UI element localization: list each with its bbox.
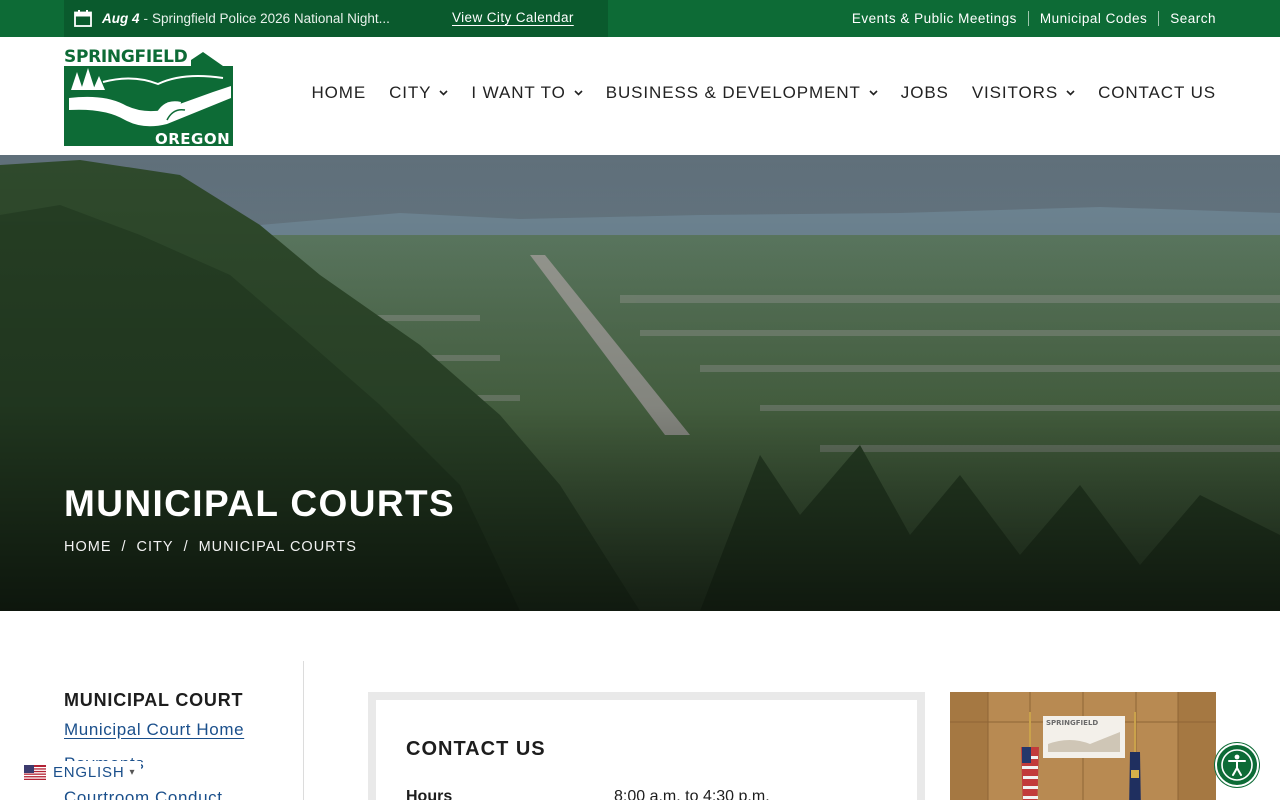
event-separator: -: [143, 11, 149, 26]
nav-city-label: CITY: [389, 83, 432, 102]
contact-card: CONTACT US Hours 8:00 a.m. to 4:30 p.m.: [368, 692, 925, 800]
event-date: Aug 4: [102, 11, 140, 26]
nav-home[interactable]: HOME: [311, 83, 366, 103]
nav-i-want-to-label: I WANT TO: [471, 83, 566, 102]
municipal-codes-link[interactable]: Municipal Codes: [1027, 11, 1158, 26]
language-label: ENGLISH: [53, 763, 125, 781]
accessibility-button[interactable]: [1215, 743, 1259, 787]
accessibility-icon: [1221, 749, 1253, 781]
caret-down-icon: ▾: [129, 766, 136, 778]
sidebar-item-courtroom-conduct[interactable]: Courtroom Conduct: [64, 789, 302, 800]
nav-i-want-to[interactable]: I WANT TO: [471, 83, 583, 103]
page-title: MUNICIPAL COURTS: [64, 483, 456, 524]
hours-label: Hours: [406, 788, 453, 800]
top-utility-bar: Aug 4 - Springfield Police 2026 National…: [0, 0, 1280, 37]
nav-business-label: BUSINESS & DEVELOPMENT: [605, 83, 861, 102]
breadcrumb-city[interactable]: CITY: [137, 539, 174, 555]
nav-contact-us[interactable]: CONTACT US: [1098, 83, 1216, 103]
sidebar-item-municipal-court-home[interactable]: Municipal Court Home: [64, 721, 302, 738]
breadcrumb-home[interactable]: HOME: [64, 539, 112, 555]
event-announcement: Aug 4 - Springfield Police 2026 National…: [64, 0, 608, 37]
chevron-down-icon: [1066, 90, 1075, 96]
breadcrumb: HOME / CITY / MUNICIPAL COURTS: [64, 539, 357, 555]
search-link[interactable]: Search: [1158, 11, 1216, 26]
chevron-down-icon: [574, 90, 583, 96]
nav-contact-us-label: CONTACT US: [1098, 83, 1216, 102]
sidebar-divider: [303, 661, 304, 800]
courtroom-photo: SPRINGFIELD: [950, 692, 1216, 800]
breadcrumb-separator: /: [183, 539, 189, 555]
nav-home-label: HOME: [311, 83, 367, 102]
hours-value: 8:00 a.m. to 4:30 p.m.: [614, 788, 770, 800]
language-selector[interactable]: ENGLISH ▾: [24, 761, 142, 783]
us-flag-icon: [24, 764, 46, 780]
site-header: SPRINGFIELD OREGON HOME CITY I WANT TO B…: [0, 37, 1280, 155]
sidebar-title: MUNICIPAL COURT: [64, 690, 244, 710]
breadcrumb-current: MUNICIPAL COURTS: [198, 539, 357, 555]
nav-jobs-label: JOBS: [900, 83, 949, 102]
calendar-icon: [74, 10, 92, 27]
nav-city[interactable]: CITY: [389, 83, 448, 103]
sidebar-link-label[interactable]: Municipal Court Home: [64, 720, 244, 739]
contact-title: CONTACT US: [406, 738, 546, 760]
contact-card-body: CONTACT US Hours 8:00 a.m. to 4:30 p.m.: [376, 700, 917, 800]
nav-business-development[interactable]: BUSINESS & DEVELOPMENT: [606, 83, 878, 103]
nav-jobs[interactable]: JOBS: [901, 83, 949, 103]
nav-visitors[interactable]: VISITORS: [972, 83, 1075, 103]
utility-links: Events & Public Meetings Municipal Codes…: [841, 0, 1216, 37]
sidebar-link-label[interactable]: Courtroom Conduct: [64, 788, 223, 800]
event-title[interactable]: Springfield Police 2026 National Night..…: [152, 11, 406, 26]
main-navigation: HOME CITY I WANT TO BUSINESS & DEVELOPME…: [288, 83, 1216, 103]
section-sidebar: MUNICIPAL COURT Municipal Court Home Pay…: [64, 690, 302, 800]
nav-visitors-label: VISITORS: [971, 83, 1059, 102]
breadcrumb-separator: /: [121, 539, 127, 555]
svg-text:SPRINGFIELD: SPRINGFIELD: [1046, 719, 1098, 727]
chevron-down-icon: [869, 90, 878, 96]
svg-text:SPRINGFIELD: SPRINGFIELD: [64, 47, 188, 67]
view-city-calendar-link[interactable]: View City Calendar: [452, 10, 574, 25]
svg-text:OREGON: OREGON: [155, 130, 230, 147]
events-meetings-link[interactable]: Events & Public Meetings: [841, 11, 1028, 26]
springfield-oregon-logo[interactable]: SPRINGFIELD OREGON: [63, 46, 233, 147]
hero-banner: MUNICIPAL COURTS HOME / CITY / MUNICIPAL…: [0, 155, 1280, 611]
chevron-down-icon: [439, 90, 448, 96]
